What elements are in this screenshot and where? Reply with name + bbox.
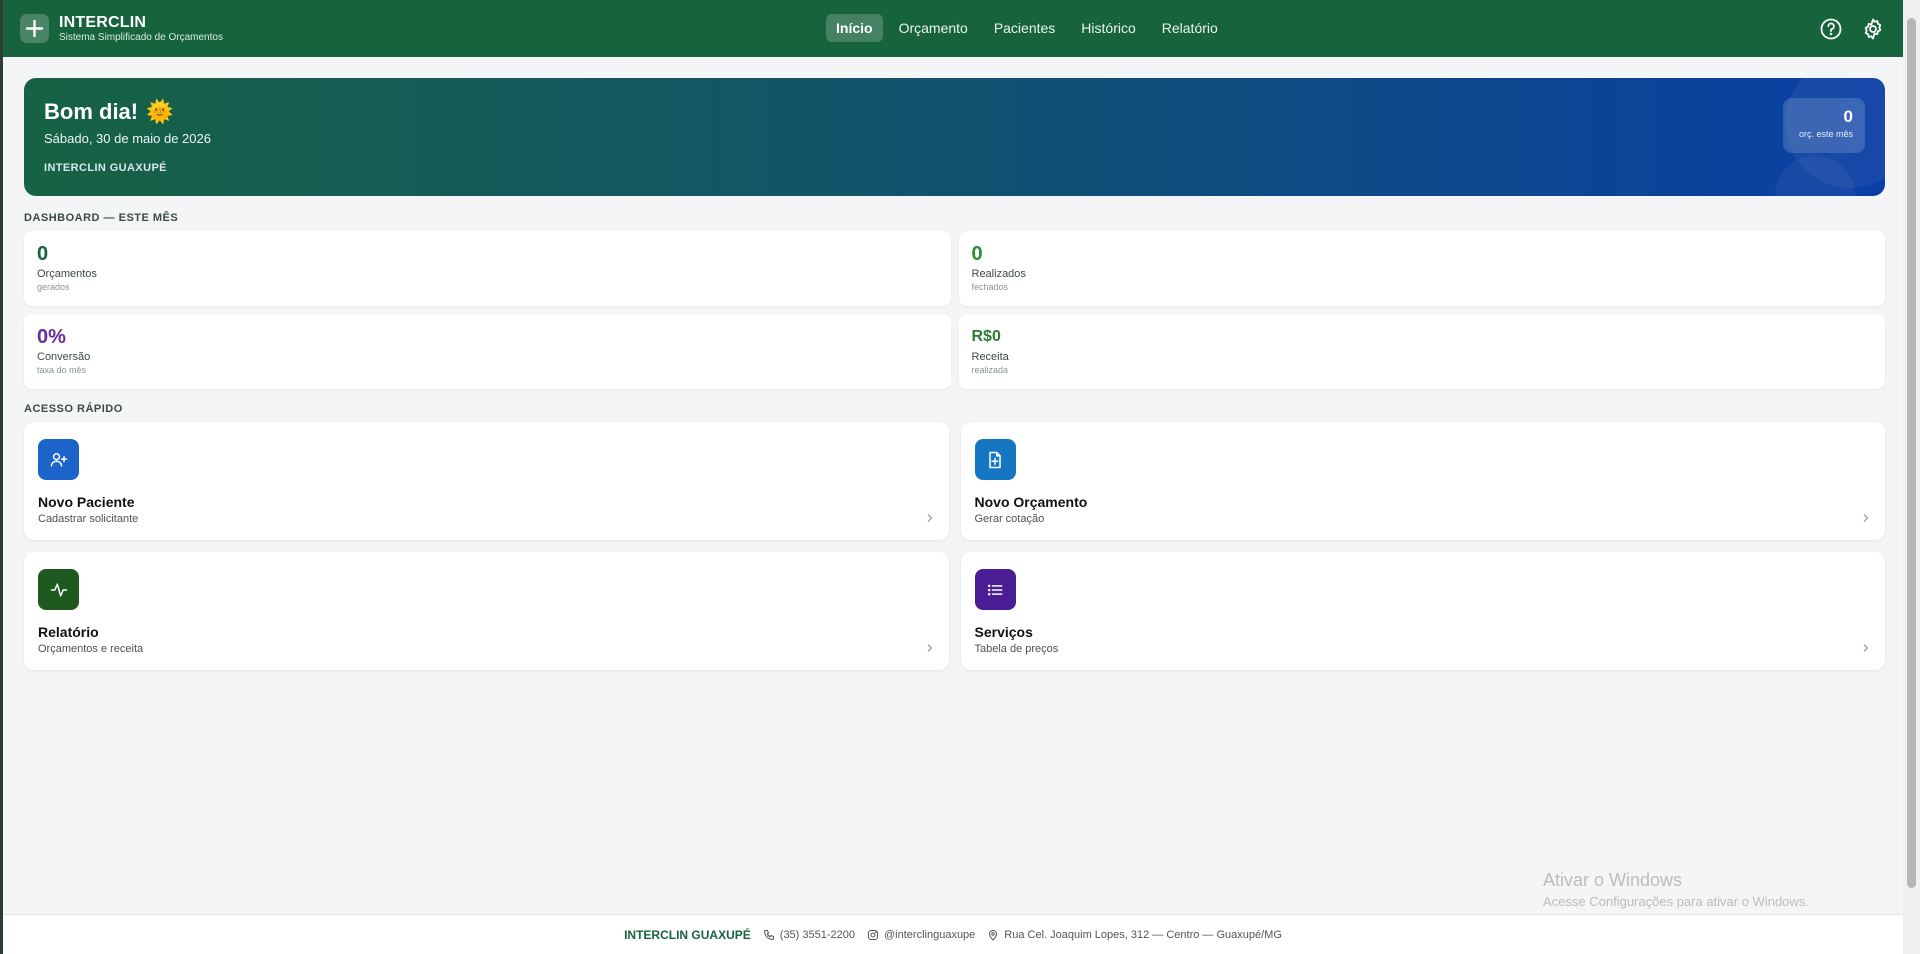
greeting-banner: Bom dia! 🌞 Sábado, 30 de maio de 2026 IN…: [24, 78, 1885, 196]
nav-orcamento[interactable]: Orçamento: [889, 14, 978, 42]
brand[interactable]: INTERCLIN Sistema Simplificado de Orçame…: [20, 14, 223, 44]
plus-logo-icon: [20, 14, 49, 43]
stat-sublabel: fechados: [971, 282, 1009, 292]
greeting-text: Bom dia!: [44, 99, 139, 124]
footer-phone-text: (35) 3551-2200: [779, 928, 856, 941]
chevron-right-icon: [1861, 640, 1871, 656]
stat-label: Realizados: [971, 268, 1026, 280]
brand-title: INTERCLIN: [59, 13, 147, 31]
dashboard-stats: 0 Orçamentos gerados 0 Realizados fechad…: [24, 231, 1885, 389]
stat-card-conversao: 0% Conversão taxa do mês: [24, 314, 951, 389]
quick-title: Serviços: [974, 624, 1033, 640]
nav-pacientes[interactable]: Pacientes: [984, 14, 1065, 42]
stat-sublabel: taxa do mês: [37, 365, 87, 375]
stat-card-realizados: 0 Realizados fechados: [958, 231, 1885, 306]
stat-card-orcamentos: 0 Orçamentos gerados: [24, 231, 951, 306]
stat-card-receita: R$0 Receita realizada: [958, 314, 1885, 389]
instagram-icon: [868, 929, 879, 940]
quick-relatorio[interactable]: Relatório Orçamentos e receita: [24, 552, 949, 670]
footer: INTERCLIN GUAXUPÉ (35) 3551-2200 @interc…: [3, 914, 1903, 954]
nav-relatorio[interactable]: Relatório: [1152, 14, 1228, 42]
footer-address-text: Rua Cel. Joaquim Lopes, 312 — Centro — G…: [1004, 928, 1282, 941]
quick-subtitle: Cadastrar solicitante: [38, 513, 139, 525]
watermark-subtitle: Acesse Configurações para ativar o Windo…: [1543, 894, 1809, 909]
top-bar: INTERCLIN Sistema Simplificado de Orçame…: [3, 0, 1903, 57]
quick-title: Novo Paciente: [38, 494, 135, 510]
stat-value: 0%: [37, 326, 66, 348]
footer-brand: INTERCLIN GUAXUPÉ: [624, 927, 751, 942]
main-nav: Início Orçamento Pacientes Histórico Rel…: [826, 14, 1228, 42]
nav-historico[interactable]: Histórico: [1071, 14, 1145, 42]
quick-novo-paciente[interactable]: Novo Paciente Cadastrar solicitante: [24, 422, 949, 540]
quick-access-grid: Novo Paciente Cadastrar solicitante Novo…: [24, 422, 1885, 670]
sun-icon: 🌞: [146, 99, 174, 124]
stat-label: Receita: [971, 351, 1009, 363]
list-icon: [974, 569, 1016, 610]
footer-instagram-text: @interclinguaxupe: [884, 928, 976, 941]
monthly-quote-count-badge: 0 orç. este mês: [1783, 98, 1865, 153]
windows-activation-watermark: Ativar o Windows Acesse Configurações pa…: [1543, 870, 1809, 909]
quick-novo-orcamento[interactable]: Novo Orçamento Gerar cotação: [960, 422, 1885, 540]
chevron-right-icon: [925, 510, 935, 526]
stat-label: Orçamentos: [37, 268, 97, 280]
chevron-right-icon: [925, 640, 935, 656]
quick-servicos[interactable]: Serviços Tabela de preços: [960, 552, 1885, 670]
map-pin-icon: [989, 929, 998, 941]
stat-value: 0: [37, 243, 49, 265]
footer-instagram[interactable]: @interclinguaxupe: [867, 929, 975, 941]
stat-value: 0: [971, 243, 983, 265]
nav-inicio[interactable]: Início: [826, 14, 883, 42]
quick-subtitle: Orçamentos e receita: [38, 643, 144, 655]
file-plus-icon: [974, 439, 1016, 480]
help-icon[interactable]: [1819, 17, 1843, 41]
quick-subtitle: Tabela de preços: [974, 643, 1059, 655]
chevron-right-icon: [1861, 510, 1871, 526]
greeting-title: Bom dia! 🌞: [44, 99, 1865, 125]
monthly-quote-label: orç. este mês: [1798, 129, 1853, 139]
user-plus-icon: [38, 439, 79, 480]
brand-subtitle: Sistema Simplificado de Orçamentos: [59, 31, 223, 43]
scrollbar-thumb[interactable]: [1907, 18, 1916, 888]
gear-icon[interactable]: [1861, 17, 1885, 41]
stat-value: R$0: [971, 328, 1001, 345]
stat-sublabel: realizada: [971, 365, 1009, 375]
dashboard-heading: DASHBOARD — ESTE MÊS: [24, 212, 179, 224]
clinic-name: INTERCLIN GUAXUPÉ: [44, 162, 167, 174]
footer-address: Rua Cel. Joaquim Lopes, 312 — Centro — G…: [987, 929, 1282, 941]
stat-label: Conversão: [37, 351, 91, 363]
vertical-scrollbar[interactable]: [1903, 0, 1920, 954]
quick-title: Relatório: [38, 624, 99, 640]
stat-sublabel: gerados: [37, 282, 70, 292]
quick-access-heading: ACESSO RÁPIDO: [24, 403, 123, 415]
footer-phone: (35) 3551-2200: [763, 929, 855, 941]
watermark-title: Ativar o Windows: [1543, 870, 1683, 890]
quick-title: Novo Orçamento: [974, 494, 1088, 510]
app-window: INTERCLIN Sistema Simplificado de Orçame…: [0, 0, 1903, 954]
quick-subtitle: Gerar cotação: [974, 513, 1045, 525]
activity-icon: [38, 569, 79, 610]
monthly-quote-count: 0: [1843, 107, 1853, 126]
phone-icon: [763, 929, 774, 940]
main-content: Bom dia! 🌞 Sábado, 30 de maio de 2026 IN…: [3, 57, 1903, 670]
current-date: Sábado, 30 de maio de 2026: [44, 131, 211, 146]
